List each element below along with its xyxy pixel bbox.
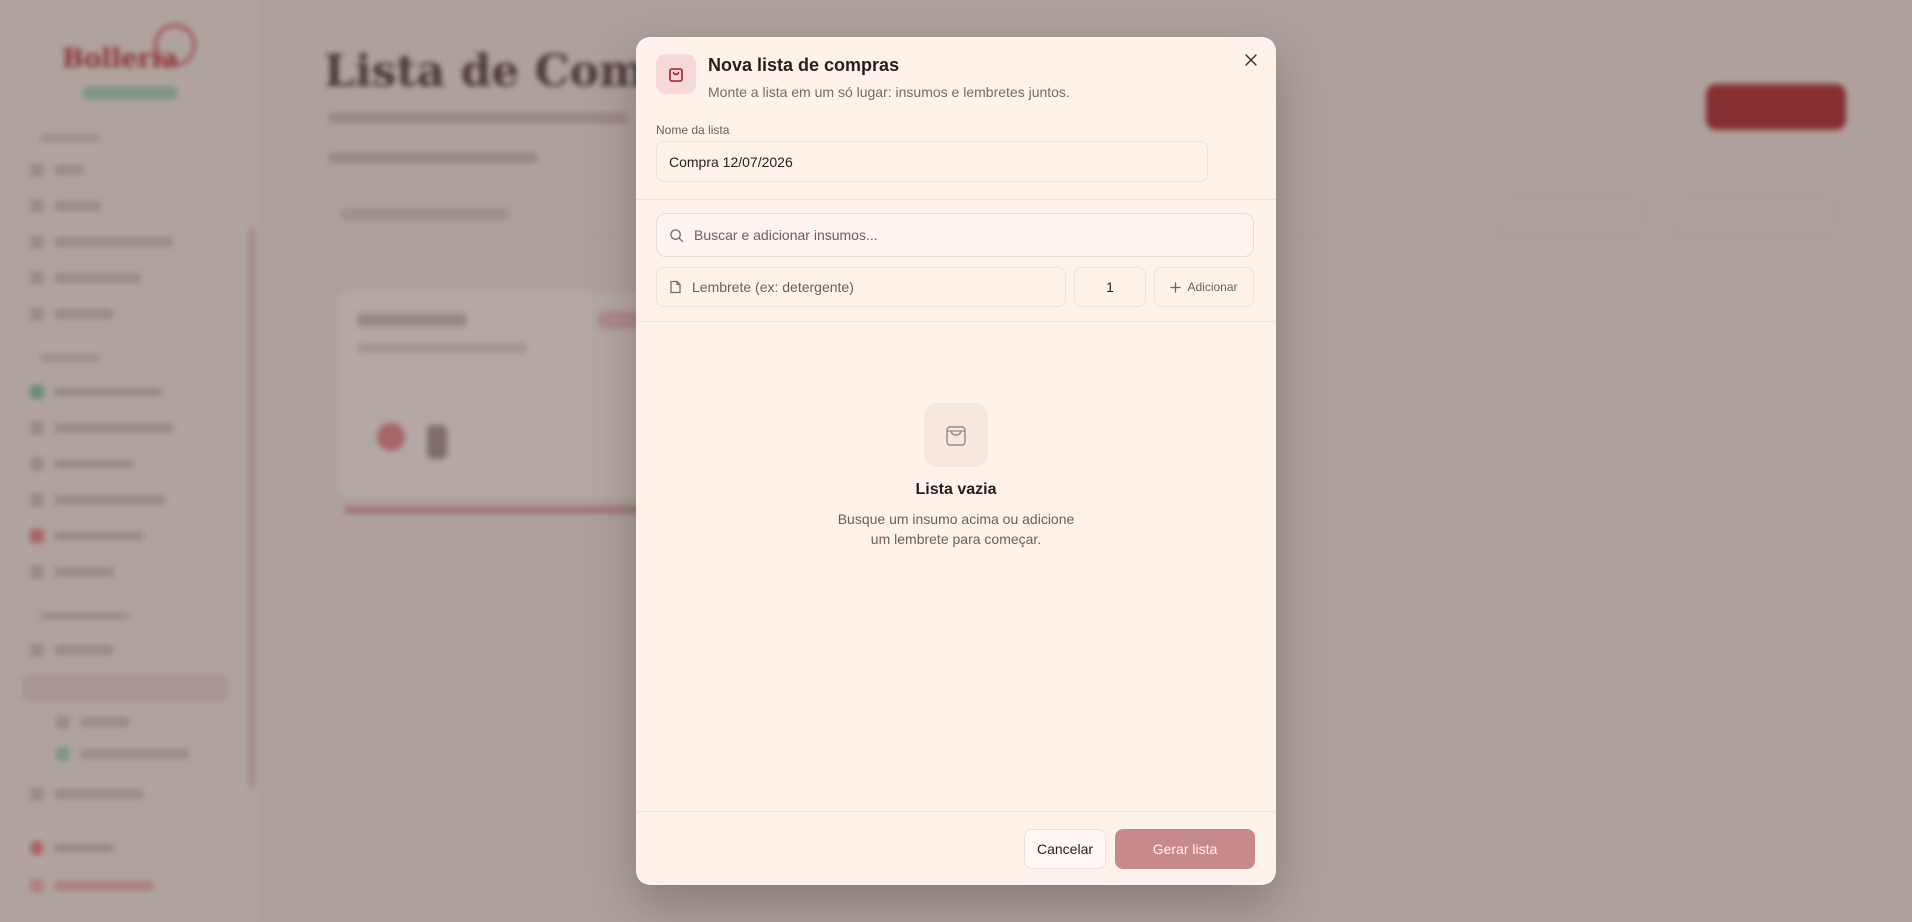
note-icon [670, 280, 681, 294]
quantity-input[interactable]: 1 [1074, 267, 1146, 307]
search-input[interactable] [694, 227, 1214, 243]
divider [636, 321, 1276, 322]
cancel-button[interactable]: Cancelar [1024, 829, 1106, 869]
reminder-field[interactable] [656, 267, 1066, 307]
dialog-subtitle: Monte a lista em um só lugar: insumos e … [708, 84, 1070, 100]
shopping-bag-icon [924, 403, 988, 467]
list-name-input[interactable] [656, 141, 1208, 182]
close-icon [1245, 54, 1257, 66]
list-name-label: Nome da lista [656, 123, 730, 137]
add-button-label: Adicionar [1187, 280, 1238, 294]
dialog-header: Nova lista de compras Monte a lista em u… [656, 54, 1070, 100]
generate-list-button[interactable]: Gerar lista [1115, 829, 1255, 869]
shopping-bag-icon [656, 54, 696, 94]
reminder-input[interactable] [692, 279, 1052, 295]
plus-icon [1170, 281, 1182, 293]
add-reminder-button[interactable]: Adicionar [1154, 267, 1254, 307]
search-field[interactable] [656, 213, 1254, 257]
divider [636, 199, 1276, 200]
close-button[interactable] [1240, 49, 1262, 71]
dialog-title: Nova lista de compras [708, 55, 900, 75]
search-icon [670, 228, 684, 242]
empty-state-title: Lista vazia [915, 481, 997, 498]
new-list-dialog: Nova lista de compras Monte a lista em u… [636, 37, 1276, 885]
divider [636, 811, 1276, 812]
empty-state-description: Busque um insumo acima ou adicione um le… [837, 511, 1075, 547]
